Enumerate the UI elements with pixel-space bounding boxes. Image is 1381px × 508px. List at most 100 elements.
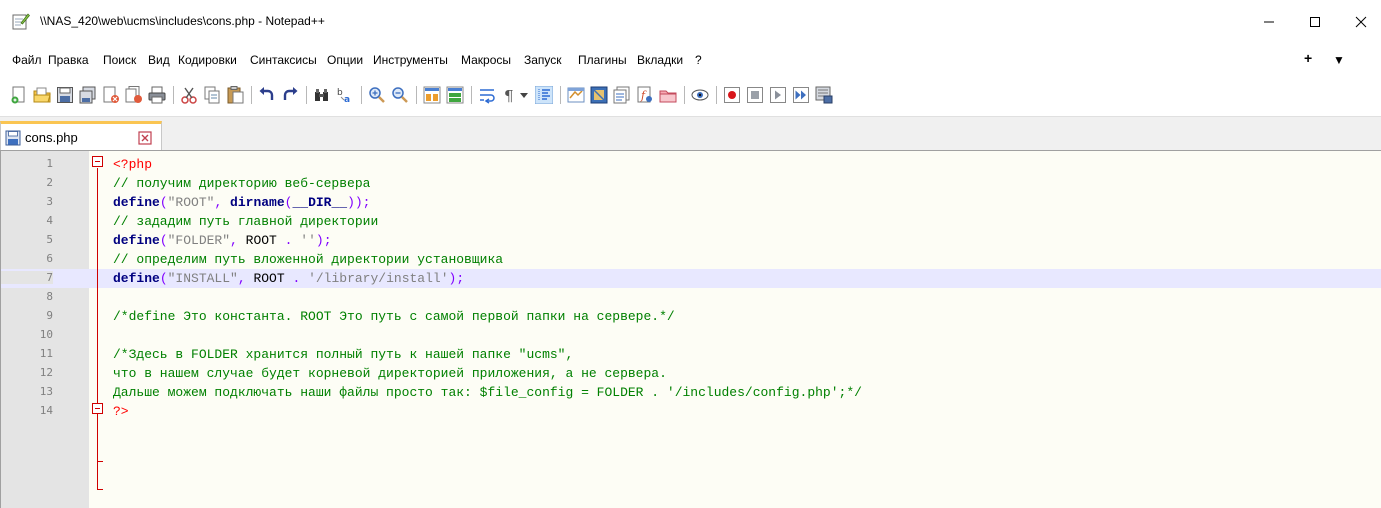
new-file-icon[interactable] [10,86,28,104]
function-list-icon[interactable] [613,86,631,104]
sync-vertical-icon[interactable] [423,86,441,104]
menu-tools[interactable]: Инструменты [373,53,448,67]
code-text[interactable]: // определим путь вложенной директории у… [113,252,503,267]
menu-search[interactable]: Поиск [103,53,136,67]
menu-file[interactable]: Файл [12,53,42,67]
play-macro-icon[interactable] [769,86,787,104]
code-token: что в нашем случае будет корневой директ… [113,366,667,381]
code-token: '/library/install' [308,271,449,286]
fold-collapse-icon[interactable] [92,156,103,167]
code-text[interactable]: /*define Это константа. ROOT Это путь с … [113,309,675,324]
menu-help[interactable]: ? [695,53,702,67]
show-all-chars-icon[interactable]: ¶ [501,86,519,104]
title-bar: \\NAS_420\web\ucms\includes\cons.php - N… [0,0,1381,44]
code-text[interactable]: что в нашем случае будет корневой директ… [113,366,667,381]
code-text[interactable]: ?> [113,404,129,419]
menu-dropdown-button[interactable]: ▼ [1333,53,1345,67]
tab-cons-php[interactable]: cons.php [0,121,162,151]
maximize-button[interactable] [1292,0,1338,44]
code-token: /*define Это константа. ROOT Это путь с … [113,309,675,324]
code-text[interactable]: define("ROOT", dirname(__DIR__)); [113,195,370,210]
code-token: __DIR__ [292,195,348,210]
close-all-icon[interactable] [125,86,143,104]
record-macro-icon[interactable] [723,86,741,104]
code-token: Дальше можем подключать наши файлы прост… [113,385,862,400]
print-icon[interactable] [148,86,166,104]
save-icon[interactable] [56,86,74,104]
menu-syntax[interactable]: Синтаксисы [250,53,317,67]
code-token: ROOT [245,233,277,248]
code-line[interactable]: 2 // получим директорию веб-сервера [1,174,1381,193]
code-text[interactable]: define("INSTALL", ROOT . '/library/insta… [113,271,464,286]
stop-record-icon[interactable] [746,86,764,104]
code-line[interactable]: 1 <?php [1,155,1381,174]
code-line[interactable]: 3 define("ROOT", dirname(__DIR__)); [1,193,1381,212]
line-number: 14 [39,404,53,417]
find-icon[interactable] [313,86,331,104]
menu-plugins[interactable]: Плагины [578,53,627,67]
maximize-icon [1310,17,1320,27]
copy-icon[interactable] [203,86,221,104]
folder-as-workspace-icon[interactable] [659,86,677,104]
close-window-button[interactable] [1338,0,1381,44]
code-line[interactable]: 7 define("INSTALL", ROOT . '/library/inst… [1,269,1381,288]
code-line[interactable]: 12 что в нашем случае будет корневой дире… [1,364,1381,383]
user-lang-icon[interactable] [567,86,585,104]
redo-icon[interactable] [281,86,299,104]
code-token: <?php [113,157,153,172]
code-token: )); [347,195,371,210]
zoom-out-icon[interactable] [391,86,409,104]
code-line[interactable]: 5 define("FOLDER", ROOT . ''); [1,231,1381,250]
fold-end-marker [97,489,103,490]
toolbar: ba ¶ f [0,76,1381,116]
code-line[interactable]: 13 Дальше можем подключать наши файлы про… [1,383,1381,402]
add-button[interactable]: + [1304,50,1312,66]
code-text[interactable]: // зададим путь главной директории [113,214,378,229]
code-token: ); [448,271,465,286]
code-token: ( [159,195,168,210]
doc-map-icon[interactable] [590,86,608,104]
zoom-in-icon[interactable] [368,86,386,104]
fold-collapse-icon[interactable] [92,403,103,414]
code-line[interactable]: 10 [1,326,1381,345]
code-text[interactable]: define("FOLDER", ROOT . ''); [113,233,332,248]
sync-horizontal-icon[interactable] [446,86,464,104]
tab-close-icon[interactable] [138,131,152,145]
menu-encoding[interactable]: Кодировки [178,53,237,67]
code-line[interactable]: 11 /*Здесь в FOLDER хранится полный путь … [1,345,1381,364]
minimize-button[interactable] [1246,0,1292,44]
code-line[interactable]: 14 ?> [1,402,1381,421]
code-line[interactable]: 4 // зададим путь главной директории [1,212,1381,231]
code-line[interactable]: 9 /*define Это константа. ROOT Это путь с… [1,307,1381,326]
menu-run[interactable]: Запуск [524,53,562,67]
save-all-icon[interactable] [79,86,97,104]
undo-icon[interactable] [258,86,276,104]
menu-macros[interactable]: Макросы [461,53,511,67]
save-macro-icon[interactable] [815,86,833,104]
menu-view[interactable]: Вид [148,53,170,67]
code-text[interactable]: <?php [113,157,152,172]
line-number: 3 [46,195,53,208]
code-text[interactable]: Дальше можем подключать наши файлы прост… [113,385,862,400]
close-file-icon[interactable] [102,86,120,104]
replace-icon[interactable]: ba [336,86,354,104]
folder-workspace-icon[interactable]: f [636,86,654,104]
code-editor[interactable]: 1 <?php 2 // получим директорию веб-сервера… [0,150,1381,508]
menu-tabs[interactable]: Вкладки [637,53,683,67]
code-line[interactable]: 8 [1,288,1381,307]
code-token: ( [159,233,168,248]
code-text[interactable]: // получим директорию веб-сервера [113,176,370,191]
word-wrap-icon[interactable] [478,86,496,104]
show-chars-dropdown-icon[interactable] [519,86,529,104]
line-number: 4 [46,214,53,227]
code-text[interactable]: /*Здесь в FOLDER хранится полный путь к … [113,347,573,362]
monitoring-icon[interactable] [691,86,709,104]
indent-guide-icon[interactable] [535,86,553,104]
open-file-icon[interactable] [33,86,51,104]
menu-options[interactable]: Опции [327,53,363,67]
run-macro-multiple-icon[interactable] [792,86,810,104]
cut-icon[interactable] [180,86,198,104]
code-line[interactable]: 6 // определим путь вложенной директории … [1,250,1381,269]
menu-edit[interactable]: Правка [48,53,89,67]
paste-icon[interactable] [226,86,244,104]
